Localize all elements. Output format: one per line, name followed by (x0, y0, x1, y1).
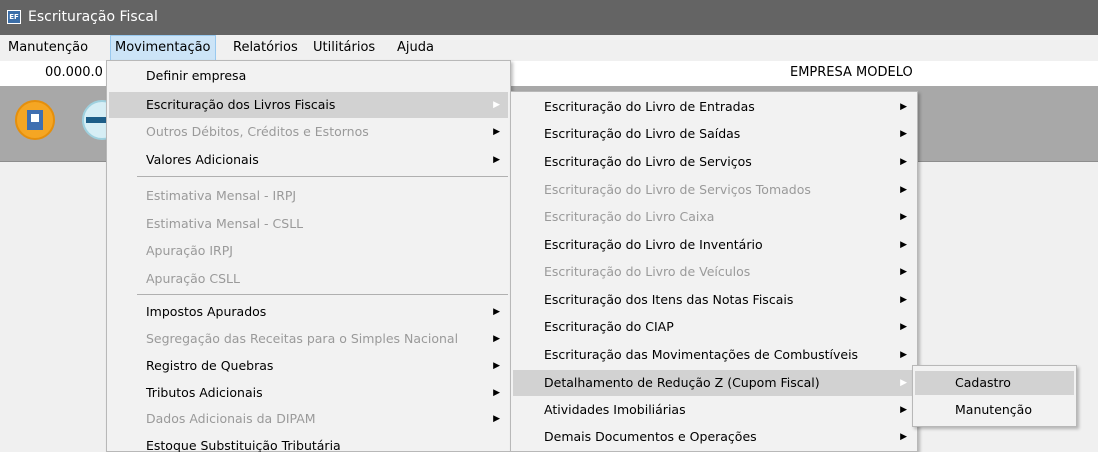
title-bar: EF Escrituração Fiscal (0, 0, 1098, 35)
menu-item-outros-debitos[interactable]: Outros Débitos, Créditos e Estornos ▶ (109, 119, 508, 145)
submenu-arrow-icon: ▶ (493, 155, 500, 165)
escrituracao-submenu: Escrituração do Livro de Entradas ▶ Escri… (510, 91, 918, 452)
reducao-z-submenu: Cadastro Manutenção (912, 365, 1077, 427)
submenu-arrow-icon: ▶ (900, 129, 907, 139)
menu-separator (137, 176, 508, 177)
menu-item-estimativa-csll[interactable]: Estimativa Mensal - CSLL (109, 211, 508, 237)
submenu-arrow-icon: ▶ (493, 307, 500, 317)
submenu-arrow-icon: ▶ (900, 322, 907, 332)
menu-item-escrituracao-livros[interactable]: Escrituração dos Livros Fiscais ▶ (109, 92, 508, 118)
menu-item-demais-documentos[interactable]: Demais Documentos e Operações ▶ (513, 424, 915, 450)
menu-item-apuracao-irpj[interactable]: Apuração IRPJ (109, 238, 508, 264)
menu-item-livro-caixa[interactable]: Escrituração do Livro Caixa ▶ (513, 204, 915, 230)
menu-item-livro-saidas[interactable]: Escrituração do Livro de Saídas ▶ (513, 121, 915, 147)
menu-movimentacao[interactable]: Movimentação (110, 35, 216, 61)
submenu-arrow-icon: ▶ (493, 127, 500, 137)
menu-manutencao[interactable]: Manutenção (4, 35, 92, 61)
menu-item-estimativa-irpj[interactable]: Estimativa Mensal - IRPJ (109, 183, 508, 209)
menu-item-impostos-apurados[interactable]: Impostos Apurados ▶ (109, 299, 508, 325)
menu-item-combustiveis[interactable]: Escrituração das Movimentações de Combus… (513, 342, 915, 368)
menu-item-dados-dipam[interactable]: Dados Adicionais da DIPAM ▶ (109, 406, 508, 432)
company-code: 00.000.0 (45, 65, 103, 80)
menu-item-livro-veiculos[interactable]: Escrituração do Livro de Veículos ▶ (513, 259, 915, 285)
menu-relatorios[interactable]: Relatórios (229, 35, 302, 61)
submenu-arrow-icon: ▶ (900, 240, 907, 250)
menu-item-tributos-adicionais[interactable]: Tributos Adicionais ▶ (109, 380, 508, 406)
submenu-arrow-icon: ▶ (493, 361, 500, 371)
building-icon[interactable] (15, 100, 55, 140)
menu-item-itens-notas-fiscais[interactable]: Escrituração dos Itens das Notas Fiscais… (513, 287, 915, 313)
menu-item-livro-entradas[interactable]: Escrituração do Livro de Entradas ▶ (513, 94, 915, 120)
menu-item-valores-adicionais[interactable]: Valores Adicionais ▶ (109, 147, 508, 173)
submenu-arrow-icon: ▶ (900, 185, 907, 195)
menu-separator (137, 294, 508, 295)
menu-item-apuracao-csll[interactable]: Apuração CSLL (109, 266, 508, 292)
submenu-arrow-icon: ▶ (900, 405, 907, 415)
menu-item-segregacao-receitas[interactable]: Segregação das Receitas para o Simples N… (109, 326, 508, 352)
submenu-arrow-icon: ▶ (900, 295, 907, 305)
submenu-arrow-icon: ▶ (493, 334, 500, 344)
menu-item-reducao-z[interactable]: Detalhamento de Redução Z (Cupom Fiscal)… (513, 370, 915, 396)
movimentacao-menu: Definir empresa Escrituração dos Livros … (106, 60, 511, 452)
submenu-arrow-icon: ▶ (900, 267, 907, 277)
window-title: Escrituração Fiscal (28, 9, 158, 25)
company-name: EMPRESA MODELO (790, 65, 913, 80)
menu-item-estoque-st[interactable]: Estoque Substituição Tributária (109, 433, 508, 452)
submenu-arrow-icon: ▶ (493, 414, 500, 424)
menu-utilitarios[interactable]: Utilitários (309, 35, 379, 61)
menu-item-definir-empresa[interactable]: Definir empresa (109, 63, 508, 89)
submenu-arrow-icon: ▶ (900, 102, 907, 112)
app-icon: EF (7, 10, 21, 24)
menu-item-registro-quebras[interactable]: Registro de Quebras ▶ (109, 353, 508, 379)
menu-item-livro-servicos[interactable]: Escrituração do Livro de Serviços ▶ (513, 149, 915, 175)
menu-item-manutencao[interactable]: Manutenção (915, 398, 1074, 422)
submenu-arrow-icon: ▶ (900, 157, 907, 167)
menu-item-atividades-imobiliarias[interactable]: Atividades Imobiliárias ▶ (513, 397, 915, 423)
submenu-arrow-icon: ▶ (900, 212, 907, 222)
menu-item-livro-servicos-tomados[interactable]: Escrituração do Livro de Serviços Tomado… (513, 177, 915, 203)
submenu-arrow-icon: ▶ (900, 350, 907, 360)
menu-item-ciap[interactable]: Escrituração do CIAP ▶ (513, 314, 915, 340)
submenu-arrow-icon: ▶ (900, 378, 907, 388)
menu-item-livro-inventario[interactable]: Escrituração do Livro de Inventário ▶ (513, 232, 915, 258)
submenu-arrow-icon: ▶ (493, 100, 500, 110)
submenu-arrow-icon: ▶ (493, 388, 500, 398)
submenu-arrow-icon: ▶ (900, 432, 907, 442)
menu-bar: Manutenção Movimentação Relatórios Utili… (0, 35, 1098, 61)
menu-item-cadastro[interactable]: Cadastro (915, 371, 1074, 395)
menu-ajuda[interactable]: Ajuda (393, 35, 438, 61)
